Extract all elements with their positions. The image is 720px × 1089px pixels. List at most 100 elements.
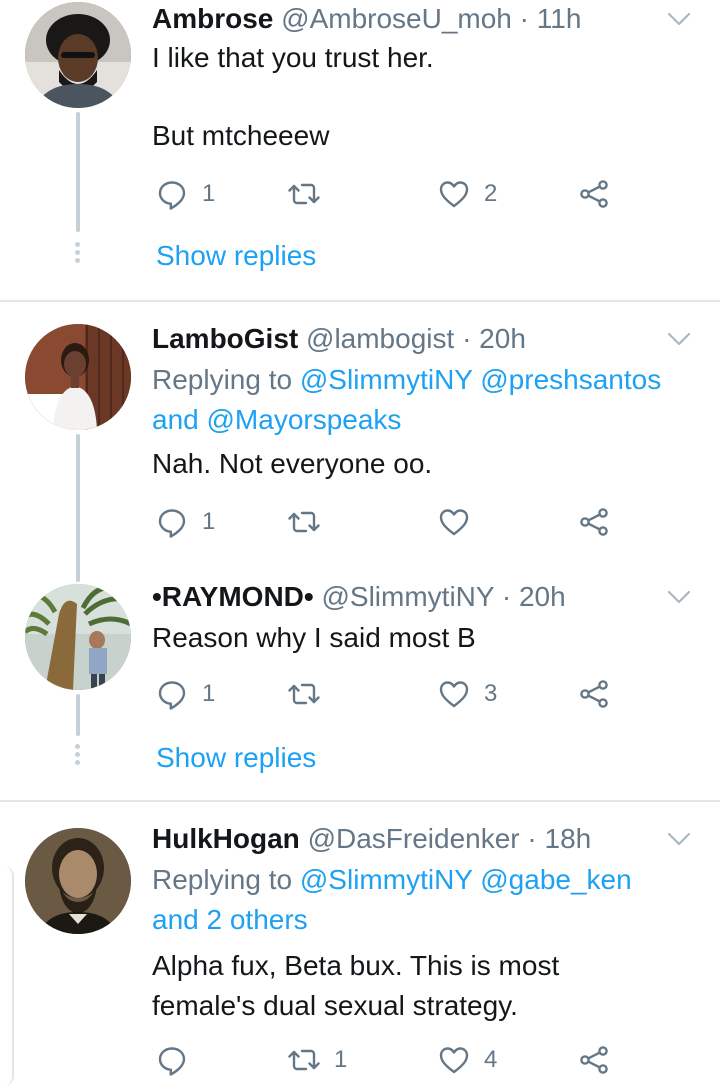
replying-to: Replying to @SlimmytiNY @gabe_ken and 2 … — [152, 860, 700, 940]
panel-edge — [0, 866, 14, 1086]
tweet-text-line: I like that you trust her. — [152, 42, 434, 73]
show-replies-link[interactable]: Show replies — [156, 738, 316, 778]
timestamp[interactable]: 18h — [545, 823, 592, 854]
retweet-icon — [288, 678, 320, 710]
like-button[interactable]: 4 — [438, 1040, 497, 1080]
retweet-icon — [288, 506, 320, 538]
display-name[interactable]: •RAYMOND• — [152, 581, 314, 612]
share-button[interactable] — [578, 502, 610, 542]
mention-link[interactable]: @gabe_ken — [480, 864, 631, 895]
timestamp[interactable]: 20h — [519, 581, 566, 612]
avatar[interactable] — [25, 324, 131, 430]
share-button[interactable] — [578, 674, 610, 714]
like-icon — [438, 178, 470, 210]
separator: · — [462, 323, 472, 354]
mention-link[interactable]: @SlimmytiNY — [300, 364, 473, 395]
chevron-down-icon[interactable] — [666, 326, 692, 352]
reply-button[interactable] — [156, 1040, 202, 1080]
reply-icon — [156, 506, 188, 538]
mention-link[interactable]: @Mayorspeaks — [207, 404, 402, 435]
thread-dots-icon — [75, 242, 81, 266]
show-replies-link[interactable]: Show replies — [156, 236, 316, 276]
reply-button[interactable]: 1 — [156, 174, 215, 214]
retweet-icon — [288, 178, 320, 210]
mention-link[interactable]: @SlimmytiNY — [300, 864, 473, 895]
retweet-button[interactable] — [288, 174, 334, 214]
thread-line — [76, 112, 80, 232]
tweet-header: LamboGist @lambogist · 20h — [152, 322, 660, 356]
action-bar: 1 4 — [152, 1040, 622, 1080]
tweet-header: •RAYMOND• @SlimmytiNY · 20h — [152, 580, 660, 614]
action-bar: 1 2 — [152, 174, 622, 214]
retweet-icon — [288, 1044, 320, 1076]
like-icon — [438, 1044, 470, 1076]
timestamp[interactable]: 20h — [479, 323, 526, 354]
action-bar: 1 3 — [152, 674, 622, 714]
user-handle[interactable]: @SlimmytiNY — [321, 581, 494, 612]
reply-button[interactable]: 1 — [156, 502, 215, 542]
tweet-header: Ambrose @AmbroseU_moh · 11h — [152, 2, 660, 36]
tweet[interactable]: Ambrose @AmbroseU_moh · 11h I like that … — [0, 0, 720, 300]
user-handle[interactable]: @lambogist — [306, 323, 454, 354]
share-icon — [578, 506, 610, 538]
retweet-button[interactable] — [288, 674, 334, 714]
share-button[interactable] — [578, 174, 610, 214]
mention-link[interactable]: @preshsantos — [480, 364, 661, 395]
replying-to-label: Replying to — [152, 864, 293, 895]
tweet-text-line — [152, 78, 700, 116]
tweet-text: Reason why I said most B — [152, 618, 700, 658]
like-icon — [438, 678, 470, 710]
reply-button[interactable]: 1 — [156, 674, 215, 714]
tweet-text-line: But mtcheeew — [152, 120, 330, 151]
like-icon — [438, 506, 470, 538]
timestamp[interactable]: 11h — [537, 3, 582, 34]
others-link[interactable]: and 2 others — [152, 904, 308, 935]
retweet-button[interactable] — [288, 502, 334, 542]
share-button[interactable] — [578, 1040, 610, 1080]
like-count: 4 — [484, 1046, 498, 1073]
avatar[interactable] — [25, 584, 131, 690]
reply-count: 1 — [202, 180, 216, 207]
thread-dots-icon — [75, 744, 81, 768]
display-name[interactable]: LamboGist — [152, 323, 298, 354]
replying-to-label: Replying to — [152, 364, 293, 395]
reply-icon — [156, 678, 188, 710]
tweet-text-line: Alpha fux, Beta bux. This is most — [152, 950, 560, 981]
avatar[interactable] — [25, 828, 131, 934]
thread-line — [76, 434, 80, 582]
retweet-button[interactable]: 1 — [288, 1040, 347, 1080]
like-button[interactable]: 2 — [438, 174, 497, 214]
retweet-count: 1 — [334, 1046, 348, 1073]
tweet-text: I like that you trust her. But mtcheeew — [152, 38, 700, 156]
separator: · — [519, 3, 529, 34]
tweet-text-line: female's dual sexual strategy. — [152, 990, 518, 1021]
share-icon — [578, 178, 610, 210]
tweet-header: HulkHogan @DasFreidenker · 18h — [152, 822, 660, 856]
reply-count: 1 — [202, 680, 216, 707]
chevron-down-icon[interactable] — [666, 826, 692, 852]
separator: · — [527, 823, 537, 854]
tweet-text: Nah. Not everyone oo. — [152, 444, 700, 484]
tweet-text-line: Nah. Not everyone oo. — [152, 448, 433, 479]
like-button[interactable]: 3 — [438, 674, 497, 714]
replying-to: Replying to @SlimmytiNY @preshsantos and… — [152, 360, 700, 440]
share-icon — [578, 1044, 610, 1076]
user-handle[interactable]: @DasFreidenker — [308, 823, 520, 854]
display-name[interactable]: Ambrose — [152, 3, 273, 34]
like-button[interactable] — [438, 502, 484, 542]
tweet[interactable]: LamboGist @lambogist · 20h Replying to @… — [0, 302, 720, 582]
avatar[interactable] — [25, 2, 131, 108]
share-icon — [578, 678, 610, 710]
tweet[interactable]: HulkHogan @DasFreidenker · 18h Replying … — [0, 802, 720, 1089]
tweet-text: Alpha fux, Beta bux. This is most female… — [152, 946, 700, 1026]
thread-line — [76, 694, 80, 736]
chevron-down-icon[interactable] — [666, 6, 692, 32]
tweet[interactable]: •RAYMOND• @SlimmytiNY · 20h Reason why I… — [0, 572, 720, 800]
like-count: 3 — [484, 680, 498, 707]
separator: · — [501, 581, 512, 612]
display-name[interactable]: HulkHogan — [152, 823, 300, 854]
user-handle[interactable]: @AmbroseU_moh — [281, 3, 512, 34]
action-bar: 1 — [152, 502, 622, 542]
chevron-down-icon[interactable] — [666, 584, 692, 610]
mention-and-label[interactable]: and — [152, 404, 199, 435]
